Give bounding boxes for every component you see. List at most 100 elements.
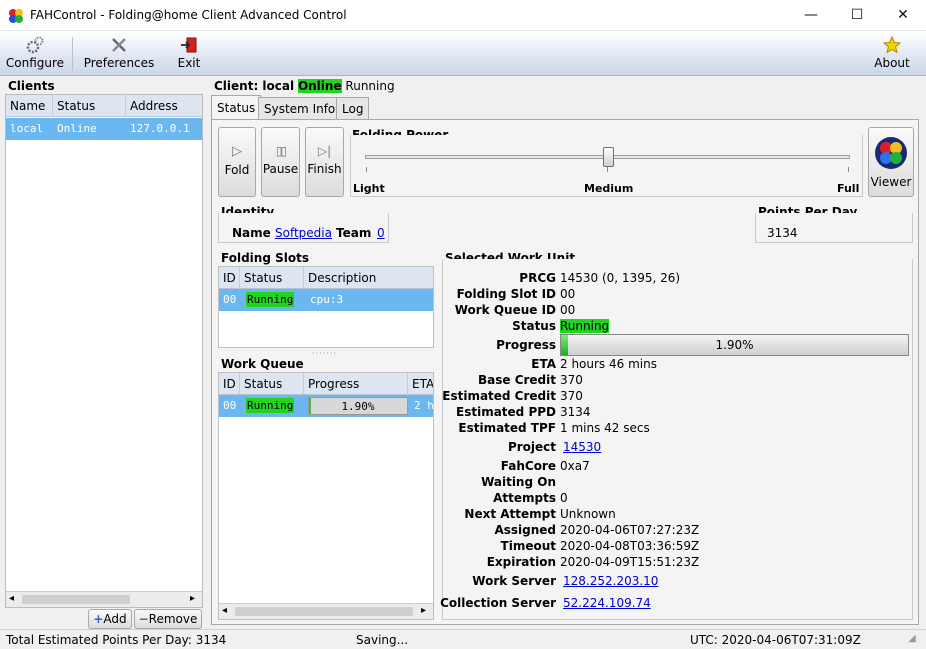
power-full-label: Full xyxy=(837,182,860,195)
viewer-button[interactable]: Viewer xyxy=(868,127,914,197)
wu-collection-server-label: Collection Server xyxy=(440,596,556,610)
fah-globe-icon xyxy=(875,137,907,169)
identity-name-label: Name xyxy=(232,226,271,240)
scroll-thumb[interactable] xyxy=(22,595,130,604)
clients-hscrollbar[interactable]: ◂ ▸ xyxy=(6,591,202,607)
wu-progress-text: 1.90% xyxy=(715,338,754,352)
queue-status-badge: Running xyxy=(246,398,295,413)
tab-status[interactable]: Status xyxy=(211,95,262,119)
slider-tick xyxy=(366,167,367,172)
wu-slot-value: 00 xyxy=(560,287,576,301)
wu-next-attempt-value: Unknown xyxy=(560,507,616,521)
wu-est-ppd-value: 3134 xyxy=(560,405,591,419)
identity-team-label: Team xyxy=(336,226,372,240)
maximize-button[interactable]: ☐ xyxy=(834,0,880,31)
wu-eta-value: 2 hours 46 mins xyxy=(560,357,657,371)
wu-progress-bar: 1.90% xyxy=(560,334,909,356)
client-row[interactable]: local Online 127.0.0.1 xyxy=(6,118,202,140)
queue-col-status[interactable]: Status xyxy=(240,373,304,395)
minimize-button[interactable]: — xyxy=(788,0,834,31)
client-header: Client: local Online Running xyxy=(214,79,395,93)
wu-timeout-label: Timeout xyxy=(500,539,556,553)
remove-client-button[interactable]: −Remove xyxy=(134,609,202,629)
ppd-value: 3134 xyxy=(767,226,798,240)
tab-system-info[interactable]: System Info xyxy=(258,97,342,119)
status-utc: UTC: 2020-04-06T07:31:09Z xyxy=(690,633,861,647)
play-icon: ▷ xyxy=(232,144,242,159)
finish-button[interactable]: ▷| Finish xyxy=(305,127,344,197)
resize-grip-icon[interactable]: ◢ xyxy=(908,633,916,644)
clients-header: Name Status Address xyxy=(6,95,202,117)
wu-prcg-value: 14530 (0, 1395, 26) xyxy=(560,271,681,285)
status-saving: Saving... xyxy=(356,633,409,647)
wu-slot-label: Folding Slot ID xyxy=(456,287,556,301)
slots-col-id[interactable]: ID xyxy=(219,267,240,289)
scroll-right-icon[interactable]: ▸ xyxy=(190,593,195,604)
tab-log[interactable]: Log xyxy=(336,97,370,119)
wu-assigned-label: Assigned xyxy=(494,523,556,537)
client-state: Running xyxy=(345,79,395,93)
toolbar-separator xyxy=(72,37,73,71)
wu-assigned-value: 2020-04-06T07:27:23Z xyxy=(560,523,700,537)
tools-icon xyxy=(112,38,126,52)
wu-base-credit-value: 370 xyxy=(560,373,583,387)
star-icon xyxy=(883,36,901,54)
exit-button[interactable]: Exit xyxy=(170,31,208,76)
clients-col-address[interactable]: Address xyxy=(126,95,202,117)
wu-collection-server-link[interactable]: 52.224.109.74 xyxy=(563,596,651,610)
wu-expiration-value: 2020-04-09T15:51:23Z xyxy=(560,555,700,569)
wu-est-tpf-value: 1 mins 42 secs xyxy=(560,421,650,435)
about-button[interactable]: About xyxy=(868,31,916,76)
configure-button[interactable]: Configure xyxy=(4,31,66,76)
identity-name-link[interactable]: Softpedia xyxy=(275,226,332,240)
wu-work-server-link[interactable]: 128.252.203.10 xyxy=(563,574,658,588)
add-client-button[interactable]: +Add xyxy=(88,609,132,629)
clients-list: Name Status Address local Online 127.0.0… xyxy=(5,94,203,608)
client-name: Client: local xyxy=(214,79,295,93)
wu-expiration-label: Expiration xyxy=(486,555,556,569)
power-medium-label: Medium xyxy=(584,182,634,195)
clients-col-status[interactable]: Status xyxy=(53,95,126,117)
finish-icon: ▷| xyxy=(317,144,332,158)
fold-button[interactable]: ▷ Fold xyxy=(218,127,256,197)
clients-col-name[interactable]: Name xyxy=(6,95,53,117)
power-light-label: Light xyxy=(353,182,385,195)
preferences-button[interactable]: Preferences xyxy=(80,31,158,76)
status-total-ppd: Total Estimated Points Per Day: 3134 xyxy=(6,633,227,647)
wu-est-ppd-label: Estimated PPD xyxy=(456,405,556,419)
wu-queue-label: Work Queue ID xyxy=(454,303,556,317)
wu-project-link[interactable]: 14530 xyxy=(563,440,601,454)
power-slider-thumb[interactable] xyxy=(602,147,614,167)
identity-team-link[interactable]: 0 xyxy=(377,226,385,240)
splitter-handle[interactable]: ······· xyxy=(312,349,337,358)
wu-fahcore-label: FahCore xyxy=(500,459,556,473)
folding-slots-title: Folding Slots xyxy=(221,251,309,265)
slider-tick xyxy=(848,167,849,172)
minus-icon: − xyxy=(138,612,149,626)
pause-icon: ▯▯ xyxy=(275,144,287,158)
wu-next-attempt-label: Next Attempt xyxy=(464,507,556,521)
wu-waiting-label: Waiting On xyxy=(481,475,556,489)
wu-eta-label: ETA xyxy=(531,357,556,371)
status-bar: Total Estimated Points Per Day: 3134 Sav… xyxy=(0,629,926,649)
gears-icon xyxy=(26,36,44,54)
slider-tick xyxy=(607,167,608,172)
wu-progress-label: Progress xyxy=(496,338,556,352)
client-online-badge: Online xyxy=(297,79,342,93)
wu-est-credit-value: 370 xyxy=(560,389,583,403)
wu-base-credit-label: Base Credit xyxy=(477,373,556,387)
window-title: FAHControl - Folding@home Client Advance… xyxy=(30,8,347,22)
wu-est-credit-label: Estimated Credit xyxy=(442,389,556,403)
queue-col-id[interactable]: ID xyxy=(219,373,240,395)
title-bar: FAHControl - Folding@home Client Advance… xyxy=(0,0,926,31)
pause-button[interactable]: ▯▯ Pause xyxy=(261,127,300,197)
wu-attempts-label: Attempts xyxy=(493,491,556,505)
slots-col-status[interactable]: Status xyxy=(240,267,304,289)
scroll-left-icon[interactable]: ◂ xyxy=(222,605,227,616)
wu-prcg-label: PRCG xyxy=(519,271,556,285)
wu-timeout-value: 2020-04-08T03:36:59Z xyxy=(560,539,700,553)
fah-app-icon xyxy=(9,9,23,23)
scroll-left-icon[interactable]: ◂ xyxy=(9,593,14,604)
close-button[interactable]: ✕ xyxy=(880,0,926,31)
wu-est-tpf-label: Estimated TPF xyxy=(458,421,556,435)
